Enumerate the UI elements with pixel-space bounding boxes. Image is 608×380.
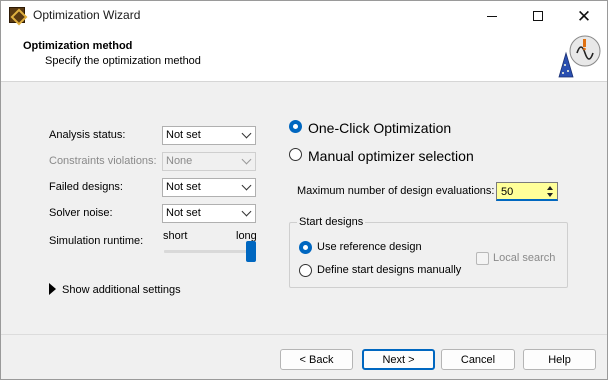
constraints-violations-label: Constraints violations: (49, 155, 157, 167)
chevron-down-icon (241, 154, 252, 165)
next-button[interactable]: Next > (362, 349, 435, 370)
runtime-slider-thumb[interactable] (246, 241, 256, 262)
spin-down-icon[interactable] (545, 191, 555, 199)
analysis-status-label: Analysis status: (49, 129, 126, 141)
one-click-radio[interactable] (289, 120, 302, 133)
local-search-checkbox (476, 252, 489, 265)
failed-designs-combo[interactable]: Not set (162, 178, 256, 197)
constraints-violations-value: None (166, 155, 193, 167)
chevron-down-icon (241, 180, 252, 191)
chevron-down-icon (241, 128, 252, 139)
back-button[interactable]: < Back (280, 349, 353, 370)
window-title: Optimization Wizard (33, 8, 141, 22)
minimize-button[interactable] (469, 1, 515, 31)
max-evaluations-spinbox[interactable]: 50 (496, 182, 558, 201)
footer-divider (1, 334, 607, 335)
failed-designs-value: Not set (166, 181, 201, 193)
show-additional-settings[interactable]: Show additional settings (62, 284, 181, 296)
chevron-down-icon (241, 206, 252, 217)
use-reference-design-radio[interactable] (299, 241, 312, 254)
define-start-designs-label[interactable]: Define start designs manually (317, 264, 461, 276)
help-button[interactable]: Help (523, 349, 596, 370)
one-click-label[interactable]: One-Click Optimization (308, 120, 451, 136)
manual-optimizer-label[interactable]: Manual optimizer selection (308, 148, 474, 164)
failed-designs-label: Failed designs: (49, 181, 123, 193)
close-button[interactable]: ✕ (561, 1, 607, 31)
app-icon (9, 7, 25, 23)
title-bar: Optimization Wizard ✕ (1, 1, 607, 31)
constraints-violations-combo: None (162, 152, 256, 171)
start-designs-title: Start designs (297, 216, 366, 228)
cancel-button[interactable]: Cancel (441, 349, 515, 370)
solver-noise-label: Solver noise: (49, 207, 113, 219)
wizard-hat-icon (558, 35, 601, 78)
solver-noise-value: Not set (166, 207, 201, 219)
close-icon: ✕ (576, 6, 592, 26)
wizard-header: Optimization method Specify the optimiza… (1, 31, 607, 82)
use-reference-design-label[interactable]: Use reference design (317, 241, 422, 253)
analysis-status-combo[interactable]: Not set (162, 126, 256, 145)
page-subtitle: Specify the optimization method (45, 55, 201, 67)
max-evaluations-value: 50 (501, 186, 514, 198)
solver-noise-combo[interactable]: Not set (162, 204, 256, 223)
runtime-slider-track[interactable] (164, 250, 254, 253)
maximize-button[interactable] (515, 1, 561, 31)
analysis-status-value: Not set (166, 129, 201, 141)
local-search-label: Local search (493, 252, 556, 264)
optimization-wizard-window: Optimization Wizard ✕ Optimization metho… (0, 0, 608, 380)
expand-triangle-icon[interactable] (49, 283, 56, 295)
define-start-designs-radio[interactable] (299, 264, 312, 277)
maximize-icon (533, 11, 543, 21)
runtime-min-label: short (163, 230, 188, 242)
max-evaluations-label: Maximum number of design evaluations: (297, 185, 495, 197)
manual-optimizer-radio[interactable] (289, 148, 302, 161)
simulation-runtime-label: Simulation runtime: (49, 235, 144, 247)
minimize-icon (487, 15, 497, 17)
page-title: Optimization method (23, 40, 133, 52)
